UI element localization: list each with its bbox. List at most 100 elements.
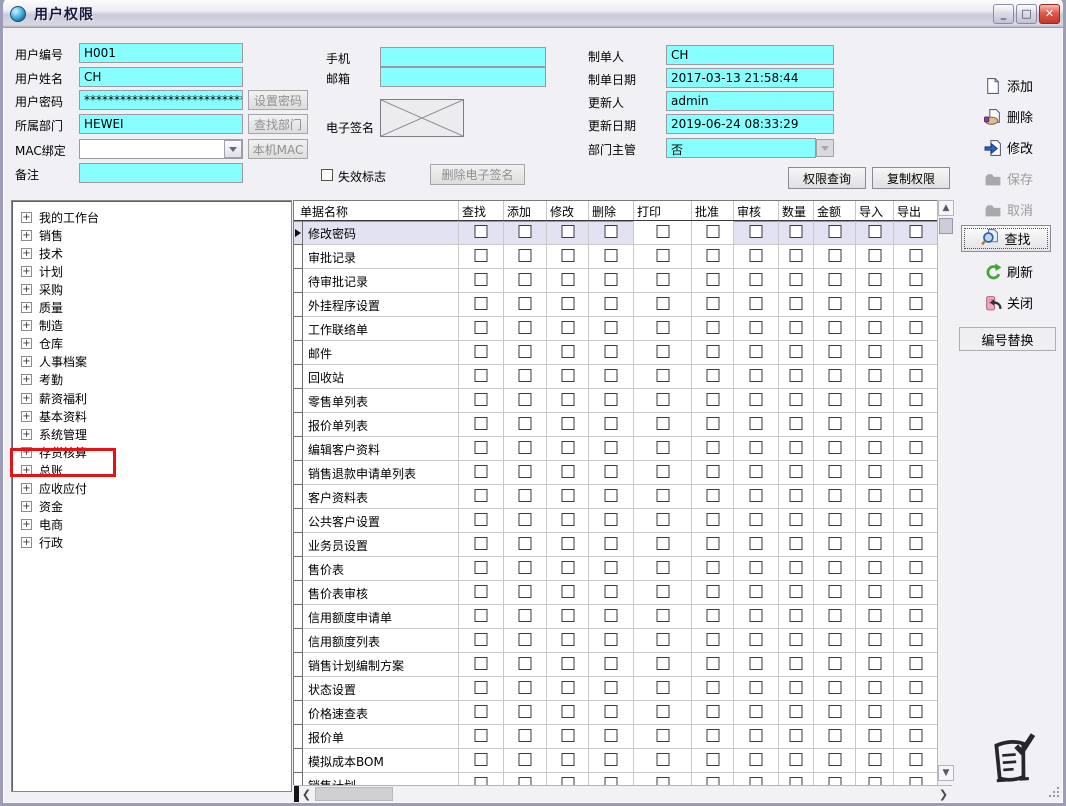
permission-checkbox[interactable] — [561, 681, 574, 694]
row-name-cell[interactable]: 外挂程序设置 — [303, 293, 459, 317]
permission-checkbox[interactable] — [561, 465, 574, 478]
permission-checkbox[interactable] — [868, 585, 881, 598]
permission-checkbox[interactable] — [518, 225, 532, 238]
permission-checkbox[interactable] — [868, 249, 881, 262]
table-row-报价单[interactable]: 报价单 — [294, 725, 953, 749]
permission-checkbox[interactable] — [656, 609, 669, 622]
permission-checkbox[interactable] — [656, 393, 669, 406]
permission-checkbox[interactable] — [604, 777, 618, 785]
permission-checkbox[interactable] — [561, 321, 574, 334]
tree-item-仓库[interactable]: + 仓库 — [21, 335, 63, 353]
expand-plus-icon[interactable]: + — [21, 302, 32, 313]
permission-checkbox[interactable] — [561, 345, 574, 358]
permission-checkbox[interactable] — [828, 561, 841, 574]
permission-checkbox[interactable] — [474, 705, 488, 718]
row-name-cell[interactable]: 报价单列表 — [303, 413, 459, 437]
permission-checkbox[interactable] — [706, 297, 719, 310]
table-row-报价单列表[interactable]: 报价单列表 — [294, 413, 953, 437]
permission-checkbox[interactable] — [656, 729, 669, 742]
row-name-cell[interactable]: 报价单 — [303, 725, 459, 749]
permission-checkbox[interactable] — [518, 561, 532, 574]
permission-checkbox[interactable] — [518, 345, 532, 358]
maximize-button[interactable]: □ — [1016, 3, 1037, 24]
permission-checkbox[interactable] — [604, 609, 618, 622]
permission-checkbox[interactable] — [706, 681, 719, 694]
permission-checkbox[interactable] — [604, 585, 618, 598]
permission-checkbox[interactable] — [868, 729, 881, 742]
permission-checkbox[interactable] — [828, 249, 841, 262]
field-MAC绑定[interactable] — [79, 139, 243, 159]
permission-checkbox[interactable] — [706, 633, 719, 646]
horizontal-scroll-thumb[interactable] — [315, 787, 393, 801]
row-name-cell[interactable]: 编辑客户资料 — [303, 437, 459, 461]
permission-checkbox[interactable] — [706, 705, 719, 718]
grid-vertical-scrollbar[interactable]: ▲ ▼ — [937, 200, 954, 785]
permission-checkbox[interactable] — [868, 369, 881, 382]
permission-checkbox[interactable] — [561, 297, 574, 310]
signature-box[interactable] — [380, 99, 464, 137]
field-制单人[interactable]: CH — [666, 45, 834, 65]
permission-checkbox[interactable] — [789, 729, 803, 742]
expand-plus-icon[interactable]: + — [21, 428, 32, 440]
expand-plus-icon[interactable]: + — [21, 501, 32, 513]
sidebar-button-修改[interactable]: 修改 — [984, 138, 1033, 157]
table-row-售价表[interactable]: 售价表 — [294, 557, 953, 581]
permission-checkbox[interactable] — [518, 513, 532, 526]
permission-checkbox[interactable] — [474, 465, 488, 478]
permission-checkbox[interactable] — [868, 777, 881, 785]
table-row-工作联络单[interactable]: 工作联络单 — [294, 317, 953, 341]
permission-checkbox[interactable] — [749, 609, 763, 622]
button-权限查询[interactable]: 权限查询 — [788, 167, 866, 189]
row-name-cell[interactable]: 价格速查表 — [303, 701, 459, 725]
tree-item-基本资料[interactable]: + 基本资料 — [21, 407, 87, 425]
permission-checkbox[interactable] — [749, 273, 763, 286]
permission-checkbox[interactable] — [749, 585, 763, 598]
permission-checkbox[interactable] — [909, 513, 922, 526]
permission-checkbox[interactable] — [656, 537, 669, 550]
table-row-回收站[interactable]: 回收站 — [294, 365, 953, 389]
table-row-信用额度申请单[interactable]: 信用额度申请单 — [294, 605, 953, 629]
number-replace-button[interactable]: 编号替换 — [959, 327, 1056, 351]
permission-checkbox[interactable] — [749, 753, 763, 766]
row-name-cell[interactable]: 销售计划 — [303, 773, 459, 785]
permission-checkbox[interactable] — [789, 561, 803, 574]
row-name-cell[interactable]: 客户资料表 — [303, 485, 459, 509]
permission-checkbox[interactable] — [868, 609, 881, 622]
permission-checkbox[interactable] — [789, 705, 803, 718]
permission-checkbox[interactable] — [749, 705, 763, 718]
permission-checkbox[interactable] — [789, 249, 803, 262]
table-row-零售单列表[interactable]: 零售单列表 — [294, 389, 953, 413]
sidebar-button-查找[interactable]: 查找 — [961, 225, 1051, 252]
row-name-cell[interactable]: 审批记录 — [303, 245, 459, 269]
table-row-售价表审核[interactable]: 售价表审核 — [294, 581, 953, 605]
permission-checkbox[interactable] — [561, 249, 574, 262]
table-row-公共客户设置[interactable]: 公共客户设置 — [294, 509, 953, 533]
tree-item-系统管理[interactable]: + 系统管理 — [21, 425, 87, 443]
permission-checkbox[interactable] — [656, 465, 669, 478]
permission-checkbox[interactable] — [789, 393, 803, 406]
permission-checkbox[interactable] — [561, 609, 574, 622]
permission-checkbox[interactable] — [656, 225, 669, 238]
permission-checkbox[interactable] — [749, 561, 763, 574]
scroll-right-button[interactable]: ❯ — [936, 786, 951, 802]
permission-checkbox[interactable] — [656, 297, 669, 310]
permission-checkbox[interactable] — [656, 705, 669, 718]
permission-checkbox[interactable] — [518, 489, 532, 502]
permission-checkbox[interactable] — [561, 537, 574, 550]
permission-checkbox[interactable] — [518, 321, 532, 334]
permission-checkbox[interactable] — [868, 513, 881, 526]
expand-plus-icon[interactable]: + — [21, 211, 32, 223]
permission-checkbox[interactable] — [474, 417, 488, 430]
permission-checkbox[interactable] — [656, 249, 669, 262]
permission-checkbox[interactable] — [706, 417, 719, 430]
permission-checkbox[interactable] — [656, 321, 669, 334]
permission-checkbox[interactable] — [604, 753, 618, 766]
permission-checkbox[interactable] — [561, 729, 574, 742]
permission-checkbox[interactable] — [706, 513, 719, 526]
tree-item-薪资福利[interactable]: + 薪资福利 — [21, 389, 87, 407]
permission-checkbox[interactable] — [828, 657, 841, 670]
permission-checkbox[interactable] — [909, 657, 922, 670]
button-查找部门[interactable]: 查找部门 — [248, 114, 308, 134]
permission-checkbox[interactable] — [561, 657, 574, 670]
permission-checkbox[interactable] — [828, 777, 841, 785]
